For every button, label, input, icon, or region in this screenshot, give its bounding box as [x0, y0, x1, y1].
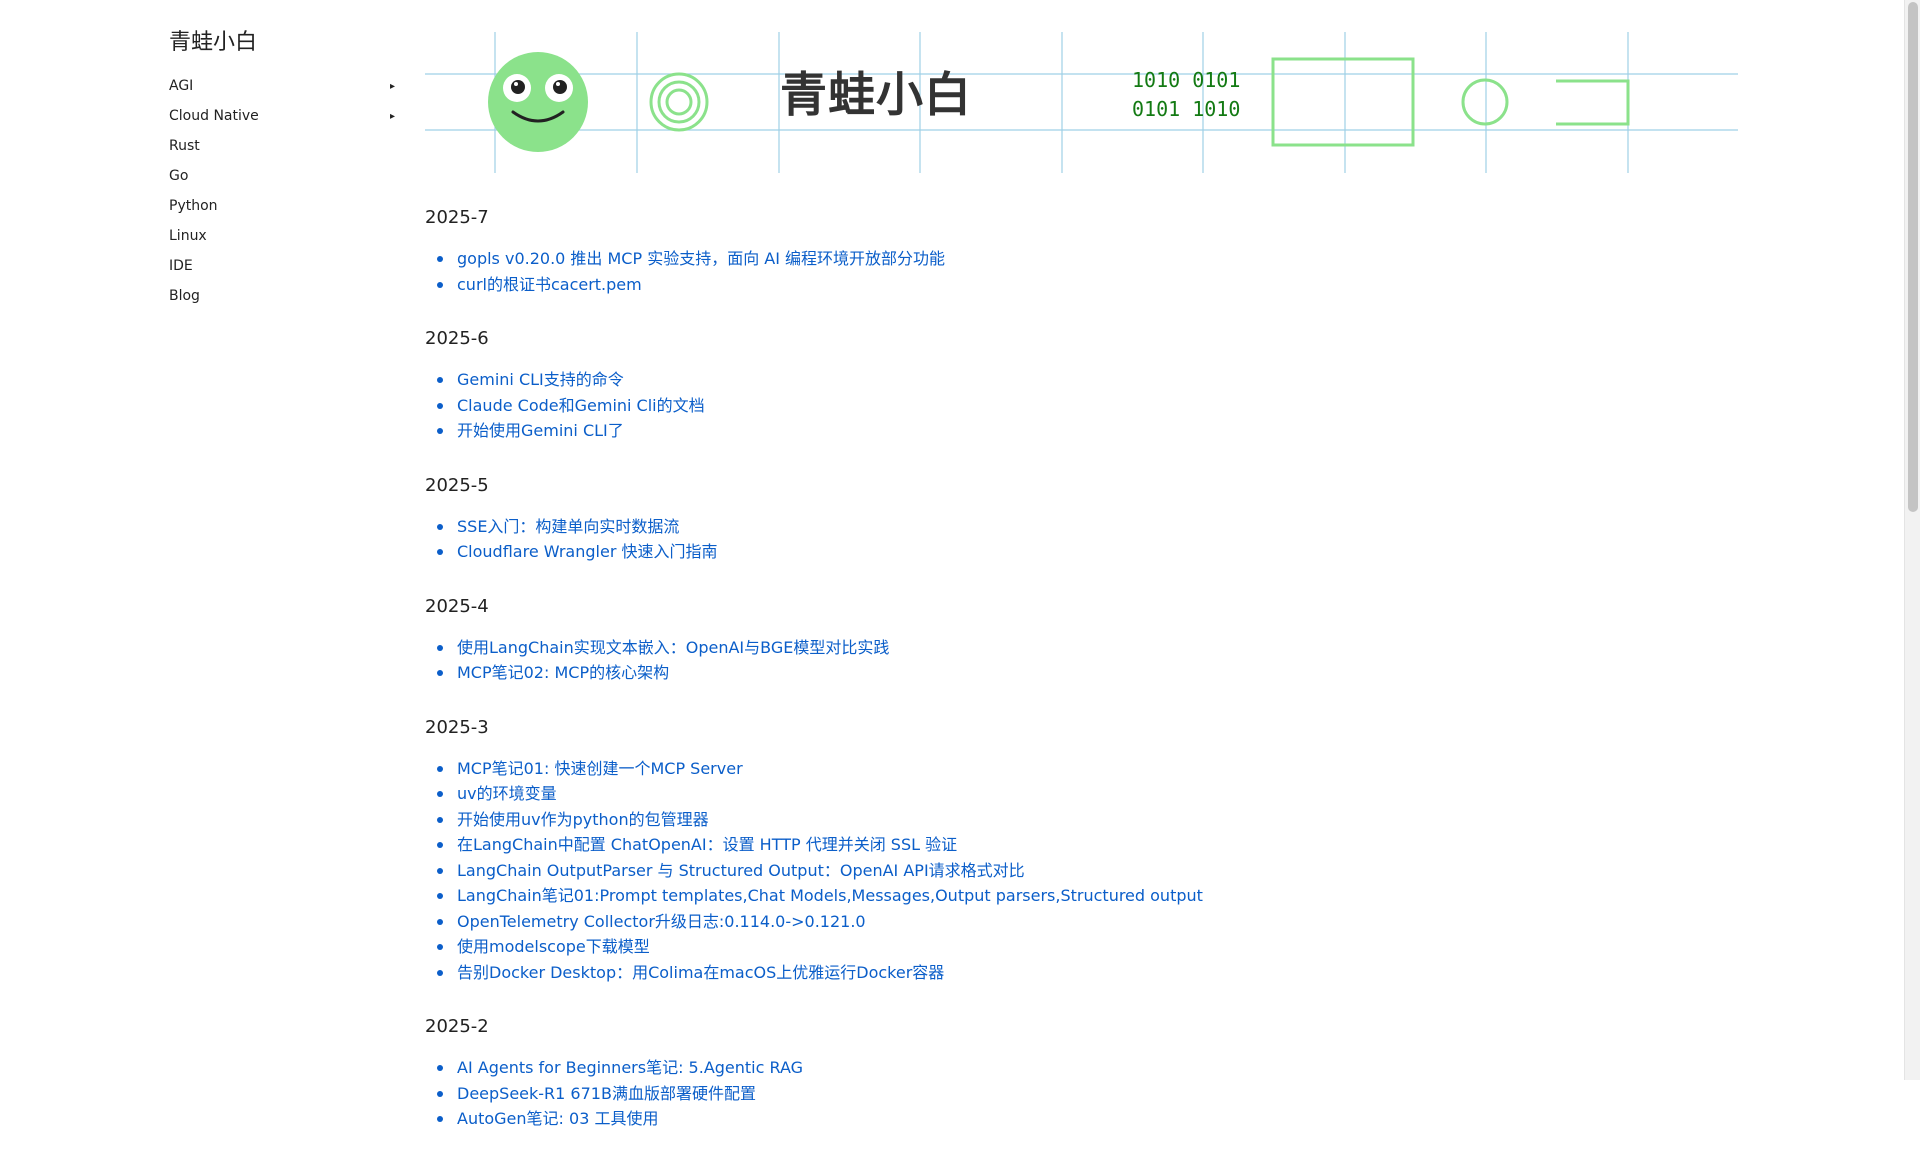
sidebar: 青蛙小白 AGI ▸ Cloud Native ▸ Rust Go Python Linux I… [169, 28, 397, 311]
post-link[interactable]: DeepSeek-R1 671B满血版部署硬件配置 [457, 1084, 756, 1103]
post-list-item: 开始使用Gemini CLI了 [425, 418, 1675, 444]
post-list: MCP笔记01: 快速创建一个MCP Server uv的环境变量开始使用uv作为… [425, 756, 1675, 986]
post-list-item: curl的根证书cacert.pem [425, 272, 1675, 298]
post-link[interactable]: 在LangChain中配置 ChatOpenAI：设置 HTTP 代理并关闭 S… [457, 835, 957, 854]
sidebar-item-label: Cloud Native [169, 108, 259, 124]
sidebar-item-label: IDE [169, 258, 193, 274]
post-list-item: Claude Code和Gemini Cli的文档 [425, 393, 1675, 419]
post-archive: 2025-7 gopls v0.20.0 推出 MCP 实验支持，面向 AI 编程… [425, 198, 1675, 1154]
post-list: 使用LangChain实现文本嵌入：OpenAI与BGE模型对比实践 MCP笔记0… [425, 635, 1675, 686]
post-link[interactable]: gopls v0.20.0 推出 MCP 实验支持，面向 AI 编程环境开放部分… [457, 249, 945, 268]
nav-list: AGI ▸ Cloud Native ▸ Rust Go Python Linux IDE Blo… [169, 71, 397, 311]
post-list-item: Gemini CLI支持的命令 [425, 367, 1675, 393]
sidebar-item-label: Python [169, 198, 218, 214]
header-banner: 青蛙小白 1010 0101 0101 1010 [425, 32, 1738, 173]
post-link[interactable]: MCP笔记02: MCP的核心架构 [457, 663, 669, 682]
post-link[interactable]: LangChain OutputParser 与 Structured Outp… [457, 861, 1025, 880]
post-link[interactable]: uv的环境变量 [457, 784, 557, 803]
post-list-item: OpenTelemetry Collector升级日志:0.114.0->0.1… [425, 909, 1675, 935]
binary-line-1: 1010 0101 [1132, 68, 1241, 92]
post-list: SSE入门：构建单向实时数据流 Cloudflare Wrangler 快速入门指… [425, 514, 1675, 565]
sidebar-item-linux[interactable]: Linux [169, 221, 397, 251]
post-link[interactable]: curl的根证书cacert.pem [457, 275, 642, 294]
month-section: 2025-4 使用LangChain实现文本嵌入：OpenAI与BGE模型对比实践… [425, 587, 1675, 686]
month-heading: 2025-7 [425, 207, 489, 228]
sidebar-item-label: Go [169, 168, 189, 184]
month-heading: 2025-6 [425, 328, 489, 349]
post-link[interactable]: Cloudflare Wrangler 快速入门指南 [457, 542, 717, 561]
sidebar-item-label: Rust [169, 138, 200, 154]
post-link[interactable]: 开始使用Gemini CLI了 [457, 421, 624, 440]
post-link[interactable]: SSE入门：构建单向实时数据流 [457, 517, 679, 536]
expand-arrow-icon[interactable]: ▸ [390, 81, 395, 92]
month-section: 2025-6 Gemini CLI支持的命令 Claude Code和Gemini … [425, 319, 1675, 444]
post-link[interactable]: 告别Docker Desktop：用Colima在macOS上优雅运行Docke… [457, 963, 944, 982]
post-list-item: 使用modelscope下载模型 [425, 934, 1675, 960]
ring-icon [649, 72, 709, 132]
month-heading: 2025-5 [425, 474, 489, 496]
sidebar-item-label: AGI [169, 78, 194, 94]
post-list-item: SSE入门：构建单向实时数据流 [425, 514, 1675, 540]
banner-graphic [425, 32, 1738, 173]
post-link[interactable]: AI Agents for Beginners笔记: 5.Agentic RAG [457, 1058, 803, 1077]
month-section: 2025-7 gopls v0.20.0 推出 MCP 实验支持，面向 AI 编程… [425, 198, 1675, 297]
post-list-item: Cloudflare Wrangler 快速入门指南 [425, 539, 1675, 565]
post-list-item: AutoGen笔记: 03 工具使用 [425, 1106, 1675, 1132]
post-list-item: AI Agents for Beginners笔记: 5.Agentic RAG [425, 1055, 1675, 1081]
month-heading: 2025-2 [425, 1016, 489, 1037]
post-list-item: 告别Docker Desktop：用Colima在macOS上优雅运行Docke… [425, 960, 1675, 986]
rectangle-icon [1271, 57, 1415, 147]
post-list-item: LangChain OutputParser 与 Structured Outp… [425, 858, 1675, 884]
post-link[interactable]: Claude Code和Gemini Cli的文档 [457, 396, 705, 415]
post-list-item: 开始使用uv作为python的包管理器 [425, 807, 1675, 833]
post-link[interactable]: Gemini CLI支持的命令 [457, 370, 624, 389]
expand-arrow-icon[interactable]: ▸ [390, 111, 395, 122]
post-list-item: 在LangChain中配置 ChatOpenAI：设置 HTTP 代理并关闭 S… [425, 832, 1675, 858]
post-list: AI Agents for Beginners笔记: 5.Agentic RAG… [425, 1055, 1675, 1132]
post-link[interactable]: OpenTelemetry Collector升级日志:0.114.0->0.1… [457, 912, 866, 931]
post-link[interactable]: 开始使用uv作为python的包管理器 [457, 810, 709, 829]
post-link[interactable]: MCP笔记01: 快速创建一个MCP Server [457, 759, 743, 778]
banner-title: 青蛙小白 [780, 68, 972, 123]
post-link[interactable]: LangChain笔记01:Prompt templates,Chat Mode… [457, 886, 1203, 905]
sidebar-item-label: Linux [169, 228, 207, 244]
scrollbar-thumb[interactable] [1908, 2, 1918, 512]
banner-binary: 1010 0101 0101 1010 [1132, 66, 1240, 124]
post-link[interactable]: 使用LangChain实现文本嵌入：OpenAI与BGE模型对比实践 [457, 638, 889, 657]
scrollbar[interactable] [1904, 0, 1920, 1080]
post-list: gopls v0.20.0 推出 MCP 实验支持，面向 AI 编程环境开放部分… [425, 246, 1675, 297]
post-list-item: gopls v0.20.0 推出 MCP 实验支持，面向 AI 编程环境开放部分… [425, 246, 1675, 272]
sidebar-item-label: Blog [169, 288, 200, 304]
post-list-item: MCP笔记01: 快速创建一个MCP Server [425, 756, 1675, 782]
month-heading: 2025-4 [425, 595, 489, 617]
site-title[interactable]: 青蛙小白 [169, 28, 397, 58]
sidebar-item-go[interactable]: Go [169, 161, 397, 191]
month-section: 2025-3 MCP笔记01: 快速创建一个MCP Server uv的环境变量开始… [425, 708, 1675, 986]
month-heading: 2025-3 [425, 716, 489, 738]
post-list-item: uv的环境变量 [425, 781, 1675, 807]
circle-icon [1461, 78, 1509, 126]
post-link[interactable]: AutoGen笔记: 03 工具使用 [457, 1109, 658, 1128]
sidebar-item-blog[interactable]: Blog [169, 281, 397, 311]
sidebar-item-cloud-native[interactable]: Cloud Native ▸ [169, 101, 397, 131]
post-list-item: MCP笔记02: MCP的核心架构 [425, 660, 1675, 686]
month-section: 2025-2 AI Agents for Beginners笔记: 5.Agent… [425, 1007, 1675, 1132]
binary-line-2: 0101 1010 [1132, 97, 1241, 121]
frog-logo-icon [488, 52, 588, 152]
post-list-item: 使用LangChain实现文本嵌入：OpenAI与BGE模型对比实践 [425, 635, 1675, 661]
post-link[interactable]: 使用modelscope下载模型 [457, 937, 650, 956]
post-list-item: LangChain笔记01:Prompt templates,Chat Mode… [425, 883, 1675, 909]
post-list-item: DeepSeek-R1 671B满血版部署硬件配置 [425, 1081, 1675, 1107]
post-list: Gemini CLI支持的命令 Claude Code和Gemini Cli的文档… [425, 367, 1675, 444]
month-section: 2025-5 SSE入门：构建单向实时数据流 Cloudflare Wrangler… [425, 466, 1675, 565]
sidebar-item-python[interactable]: Python [169, 191, 397, 221]
sidebar-item-rust[interactable]: Rust [169, 131, 397, 161]
sidebar-item-agi[interactable]: AGI ▸ [169, 71, 397, 101]
sidebar-item-ide[interactable]: IDE [169, 251, 397, 281]
